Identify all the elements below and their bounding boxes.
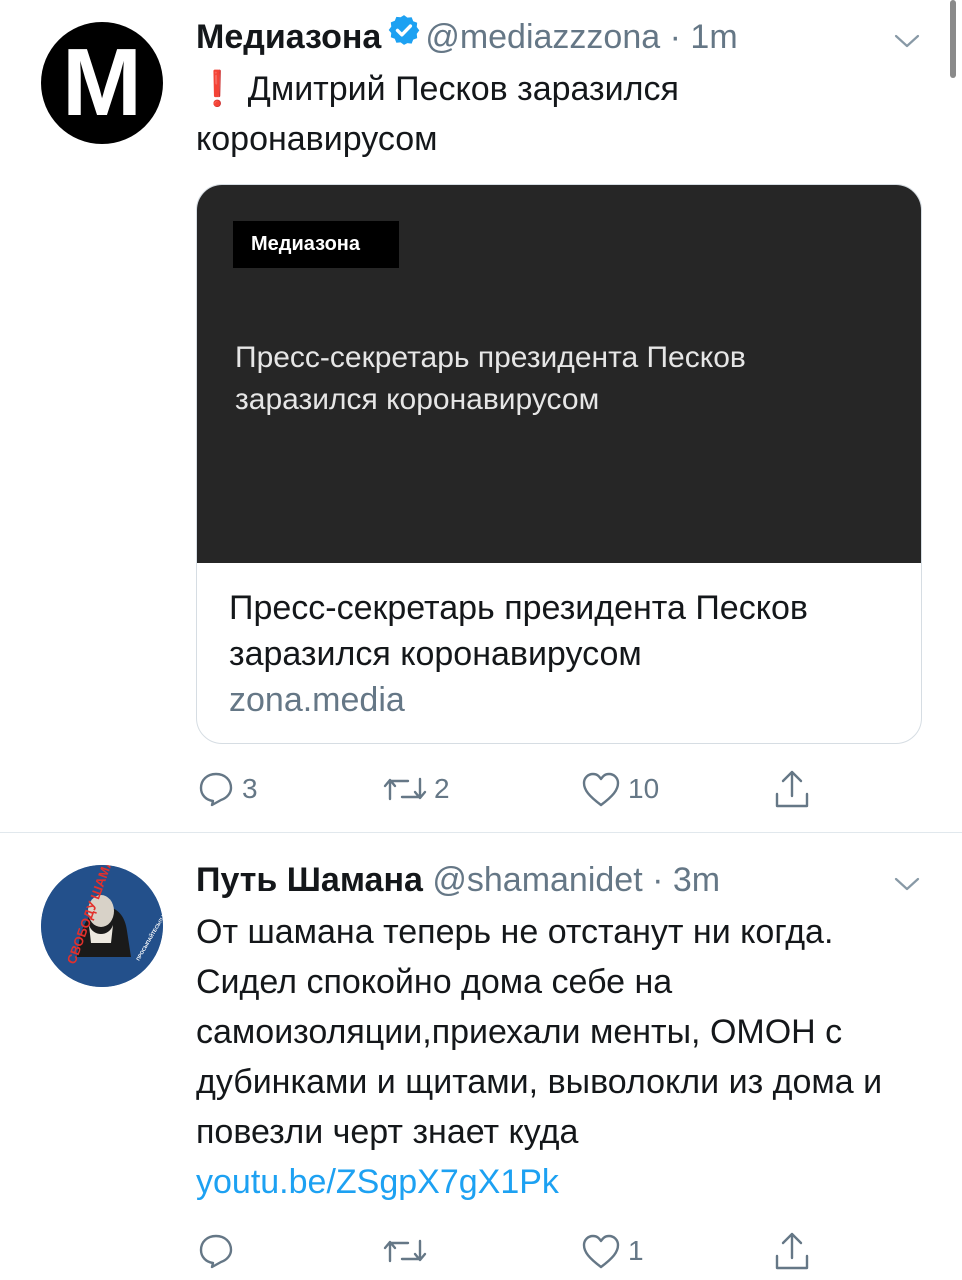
avatar[interactable]: М: [41, 22, 163, 144]
card-image-title: Пресс-секретарь президента Песков зарази…: [235, 341, 746, 416]
link-card[interactable]: Медиазона Пресс-секретарь президента Пес…: [196, 184, 922, 744]
like-count: 1: [628, 1235, 644, 1266]
reply-icon: [196, 769, 236, 809]
share-button[interactable]: [772, 1226, 812, 1276]
tweet[interactable]: СВОБОДУ ШАМАНУ ПРОСЫПАЙТЕСЬ!!! ХВАТИТ МО…: [0, 833, 962, 1280]
avatar-image: СВОБОДУ ШАМАНУ ПРОСЫПАЙТЕСЬ!!! ХВАТИТ МО…: [41, 865, 163, 987]
tweet-text: ❗ Дмитрий Песков заразился коронавирусом: [196, 64, 922, 164]
tweet-header: Путь Шамана @shamanidet · 3m: [196, 857, 922, 903]
timestamp[interactable]: 3m: [673, 861, 720, 899]
share-button[interactable]: [772, 764, 812, 814]
like-button[interactable]: 1: [580, 1226, 644, 1276]
reply-count: 3: [242, 773, 258, 804]
handle[interactable]: @shamanidet: [432, 861, 642, 899]
tweet-body: От шамана теперь не отстанут ни когда. С…: [196, 913, 883, 1151]
tweet-content: Медиазона @mediazzzona · 1m ❗ Дмитрий Пе…: [196, 14, 922, 164]
card-title: Пресс-секретарь президента Песков зарази…: [229, 589, 808, 673]
retweet-button[interactable]: 2: [382, 764, 450, 814]
display-name[interactable]: Путь Шамана: [196, 861, 423, 899]
tweet-actions: 3 2 10: [196, 764, 922, 814]
retweet-icon: [382, 1231, 428, 1271]
tweet-text-line: ❗ Дмитрий Песков заразился: [196, 70, 679, 108]
avatar-letter: М: [62, 29, 142, 136]
tweet-content: Путь Шамана @shamanidet · 3m От шамана т…: [196, 857, 922, 1207]
retweet-icon: [382, 769, 428, 809]
avatar[interactable]: СВОБОДУ ШАМАНУ ПРОСЫПАЙТЕСЬ!!! ХВАТИТ МО…: [41, 865, 163, 987]
display-name[interactable]: Медиазона: [196, 18, 381, 56]
retweet-count: 2: [434, 773, 450, 804]
like-count: 10: [628, 773, 660, 804]
reply-button[interactable]: [196, 1226, 242, 1276]
tweet-link[interactable]: youtu.be/ZSgpX7gX1Pk: [196, 1157, 922, 1207]
tweet-header: Медиазона @mediazzzona · 1m: [196, 14, 922, 60]
like-button[interactable]: 10: [580, 764, 659, 814]
tweet-text-line: коронавирусом: [196, 120, 438, 158]
tweet-text: От шамана теперь не отстанут ни когда. С…: [196, 907, 922, 1207]
like-icon: [580, 1231, 622, 1271]
card-brand-label: Медиазона: [233, 221, 399, 268]
verified-badge-icon: [387, 13, 421, 59]
chevron-down-icon[interactable]: [892, 865, 922, 895]
reply-icon: [196, 1231, 236, 1271]
tweet[interactable]: М Медиазона @mediazzzona · 1m ❗ Дмитрий …: [0, 0, 962, 832]
card-domain: zona.media: [229, 681, 405, 719]
timestamp[interactable]: 1m: [690, 18, 737, 56]
exclamation-icon: ❗: [196, 70, 239, 108]
card-image: Медиазона Пресс-секретарь президента Пес…: [197, 185, 921, 563]
chevron-down-icon[interactable]: [892, 22, 922, 52]
card-body: Пресс-секретарь президента Песков зарази…: [229, 585, 897, 723]
share-icon: [772, 768, 812, 810]
reply-button[interactable]: 3: [196, 764, 258, 814]
separator-dot: ·: [669, 18, 681, 56]
handle[interactable]: @mediazzzona: [425, 18, 660, 56]
share-icon: [772, 1230, 812, 1272]
like-icon: [580, 769, 622, 809]
separator-dot: ·: [652, 861, 664, 899]
retweet-button[interactable]: [382, 1226, 434, 1276]
tweet-actions: 1: [196, 1226, 922, 1276]
